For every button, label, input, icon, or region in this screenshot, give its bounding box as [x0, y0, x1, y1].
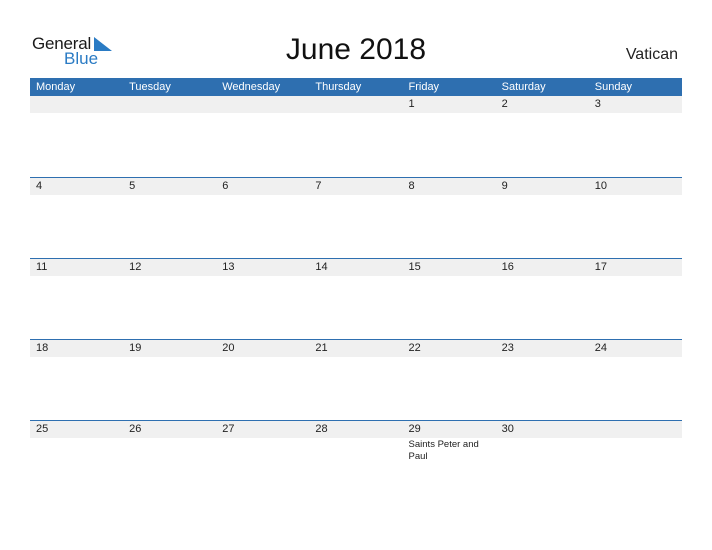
day-cell: 1: [408, 98, 415, 110]
day-cell: 13: [222, 261, 235, 273]
week-row: 1 2 3: [30, 96, 682, 177]
day-cell: 3: [594, 98, 601, 110]
day-cell: 24: [594, 342, 607, 354]
day-cell: 29: [408, 423, 421, 435]
weekday-header: Monday Tuesday Wednesday Thursday Friday…: [30, 78, 682, 96]
day-cell: 6: [222, 180, 229, 192]
weekday-friday: Friday: [408, 81, 440, 93]
day-cell: 8: [408, 180, 415, 192]
day-cell: 28: [315, 423, 328, 435]
week-row: 18 19 20 21 22 23 24: [30, 339, 682, 420]
page-title: June 2018: [285, 33, 427, 66]
day-cell: 4: [36, 180, 43, 192]
day-cell: 22: [408, 342, 421, 354]
day-cell: [123, 96, 216, 113]
day-cell: 12: [129, 261, 142, 273]
day-cell: [309, 96, 402, 113]
day-cell: 14: [315, 261, 328, 273]
date-strip: 4 5 6 7 8 9 10: [30, 178, 682, 195]
date-strip: 25 26 27 28 29 30: [30, 421, 682, 438]
day-cell: 27: [222, 423, 235, 435]
weekday-wednesday: Wednesday: [222, 81, 281, 93]
day-cell: 19: [129, 342, 142, 354]
day-cell: 23: [501, 342, 514, 354]
day-cell: 21: [315, 342, 328, 354]
day-cell: 18: [36, 342, 49, 354]
day-cell: [589, 421, 682, 438]
day-cell: 2: [501, 98, 508, 110]
week-row: 4 5 6 7 8 9 10: [30, 177, 682, 258]
day-cell: 5: [129, 180, 136, 192]
calendar-grid: Monday Tuesday Wednesday Thursday Friday…: [30, 78, 682, 501]
day-cell: 16: [501, 261, 514, 273]
weekday-sunday: Sunday: [594, 81, 633, 93]
weekday-tuesday: Tuesday: [129, 81, 171, 93]
day-cell: 9: [501, 180, 508, 192]
day-cell: [30, 96, 123, 113]
week-row: 25 26 27 28 29 30 Saints Peter and Paul: [30, 420, 682, 501]
date-strip: 1 2 3: [30, 96, 682, 113]
day-cell: 7: [315, 180, 322, 192]
weekday-thursday: Thursday: [315, 81, 362, 93]
weekday-monday: Monday: [36, 81, 76, 93]
date-strip: 11 12 13 14 15 16 17: [30, 259, 682, 276]
day-cell: 17: [594, 261, 607, 273]
day-cell: 26: [129, 423, 142, 435]
day-cell: 15: [408, 261, 421, 273]
week-row: 11 12 13 14 15 16 17: [30, 258, 682, 339]
holiday-event: Saints Peter and Paul: [408, 439, 479, 462]
day-cell: 30: [501, 423, 514, 435]
date-strip: 18 19 20 21 22 23 24: [30, 340, 682, 357]
day-cell: 11: [36, 261, 48, 273]
weekday-saturday: Saturday: [501, 81, 546, 93]
day-cell: 10: [594, 180, 607, 192]
country-label: Vatican: [625, 46, 678, 63]
day-cell: 20: [222, 342, 235, 354]
day-cell: 25: [36, 423, 49, 435]
day-cell: [216, 96, 309, 113]
